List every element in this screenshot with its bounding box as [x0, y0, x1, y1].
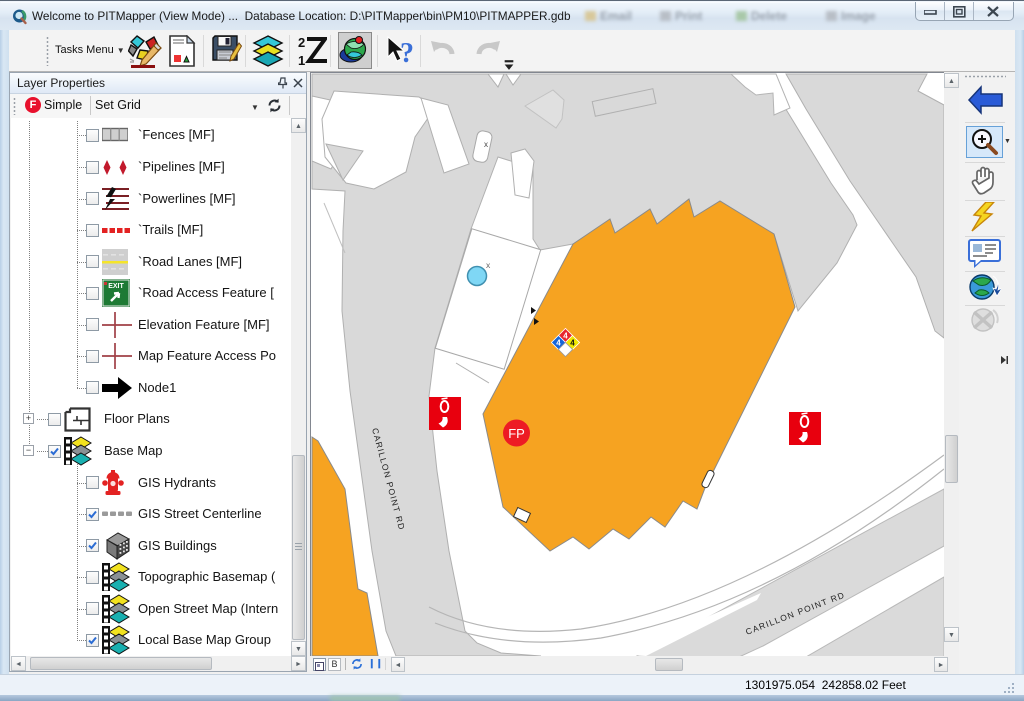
svg-text:4: 4	[563, 332, 568, 341]
svg-text:FP: FP	[508, 426, 525, 441]
svg-text:EXIT: EXIT	[108, 283, 124, 290]
svg-text:4: 4	[570, 339, 575, 348]
svg-text:4: 4	[556, 339, 561, 348]
svg-text:x: x	[484, 140, 488, 149]
svg-text:2: 2	[298, 35, 305, 50]
svg-text:?: ?	[400, 38, 414, 67]
svg-text:1: 1	[298, 53, 305, 67]
